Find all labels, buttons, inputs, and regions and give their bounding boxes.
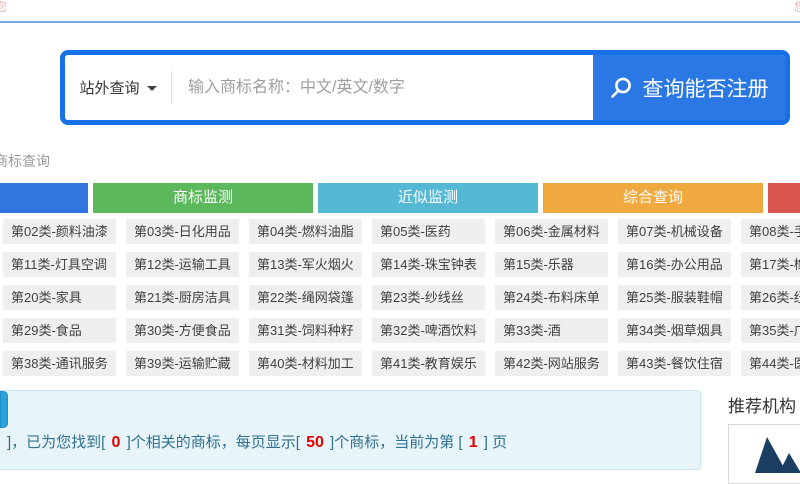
section-label-trademark-query: 商标查询 bbox=[0, 151, 50, 171]
category-cell[interactable]: 第04类-燃料油脂 bbox=[249, 219, 362, 244]
category-cell[interactable]: 第26类-纽扣拉链 bbox=[741, 285, 800, 310]
chevron-down-icon bbox=[147, 86, 157, 91]
result-mid2: ]个商标，当前为第 [ bbox=[326, 434, 467, 451]
header-divider-line bbox=[0, 21, 800, 23]
category-cell[interactable]: 第23类-纱线丝 bbox=[372, 285, 485, 310]
tab-1[interactable] bbox=[0, 183, 88, 213]
category-cell[interactable]: 第38类-通讯服务 bbox=[3, 351, 116, 376]
category-cell[interactable]: 第39类-运输贮藏 bbox=[126, 351, 239, 376]
result-mid1: ]个相关的商标，每页显示[ bbox=[122, 434, 304, 451]
category-cell[interactable]: 第05类-医药 bbox=[372, 219, 485, 244]
category-cell[interactable]: 第17类-橡胶制品 bbox=[741, 252, 800, 277]
category-cell[interactable]: 第32类-啤酒饮料 bbox=[372, 318, 485, 343]
search-scope-dropdown[interactable]: 站外查询 bbox=[65, 55, 171, 120]
search-button-label: 查询能否注册 bbox=[643, 73, 769, 103]
category-cell[interactable]: 第24类-布料床单 bbox=[495, 285, 608, 310]
category-cell[interactable]: 第34类-烟草烟具 bbox=[618, 318, 731, 343]
tab-3[interactable]: 近似监测 bbox=[318, 183, 538, 213]
category-cell[interactable]: 第30类-方便食品 bbox=[126, 318, 239, 343]
red-text-fragment-left: 您 bbox=[0, 1, 7, 13]
category-cell[interactable]: 第35类-广告销售 bbox=[741, 318, 800, 343]
category-cell[interactable]: 第31类-饲料种籽 bbox=[249, 318, 362, 343]
category-cell[interactable]: 第03类-日化用品 bbox=[126, 219, 239, 244]
category-cell[interactable]: 第11类-灯具空调 bbox=[3, 252, 116, 277]
result-suffix: ] 页 bbox=[480, 434, 508, 451]
recommend-agency-logo-card[interactable] bbox=[728, 424, 800, 484]
red-text-fragment-right: 您 bbox=[794, 1, 800, 13]
tab-4[interactable]: 综合查询 bbox=[543, 183, 763, 213]
result-count: 0 bbox=[110, 434, 123, 451]
category-cell[interactable]: 第41类-教育娱乐 bbox=[372, 351, 485, 376]
trademark-name-input[interactable] bbox=[172, 55, 593, 120]
result-prefix: ]，已为您找到[ bbox=[7, 434, 110, 451]
category-cell[interactable]: 第44类-医疗园艺 bbox=[741, 351, 800, 376]
category-cell[interactable]: 第43类-餐饮住宿 bbox=[618, 351, 731, 376]
category-cell[interactable]: 第40类-材料加工 bbox=[249, 351, 362, 376]
category-cell[interactable]: 第08类-手工器械 bbox=[741, 219, 800, 244]
side-panel-handle[interactable] bbox=[0, 391, 8, 428]
category-cell[interactable]: 第33类-酒 bbox=[495, 318, 608, 343]
category-cell[interactable]: 第16类-办公用品 bbox=[618, 252, 731, 277]
category-cell[interactable]: 第25类-服装鞋帽 bbox=[618, 285, 731, 310]
category-cell[interactable]: 第29类-食品 bbox=[3, 318, 116, 343]
trademark-search-bar: 站外查询 查询能否注册 bbox=[60, 50, 790, 125]
category-cell[interactable]: 第06类-金属材料 bbox=[495, 219, 608, 244]
category-cell[interactable]: 第13类-军火烟火 bbox=[249, 252, 362, 277]
recommend-agency-title: 推荐机构 bbox=[728, 392, 796, 417]
category-grid: 第02类-颜料油漆第03类-日化用品第04类-燃料油脂第05类-医药第06类-金… bbox=[3, 219, 800, 376]
result-info-box: ]，已为您找到[ 0 ]个相关的商标，每页显示[ 50 ]个商标，当前为第 [ … bbox=[0, 390, 701, 470]
category-cell[interactable]: 第42类-网站服务 bbox=[495, 351, 608, 376]
category-cell[interactable]: 第15类-乐器 bbox=[495, 252, 608, 277]
search-icon bbox=[610, 76, 633, 99]
result-per-page: 50 bbox=[304, 434, 326, 451]
search-scope-label: 站外查询 bbox=[79, 77, 139, 98]
category-cell[interactable]: 第12类-运输工具 bbox=[126, 252, 239, 277]
search-submit-button[interactable]: 查询能否注册 bbox=[593, 55, 785, 120]
category-cell[interactable]: 第14类-珠宝钟表 bbox=[372, 252, 485, 277]
category-cell[interactable]: 第02类-颜料油漆 bbox=[3, 219, 116, 244]
tab-2[interactable]: 商标监测 bbox=[93, 183, 313, 213]
category-cell[interactable]: 第21类-厨房洁具 bbox=[126, 285, 239, 310]
result-info-text: ]，已为您找到[ 0 ]个相关的商标，每页显示[ 50 ]个商标，当前为第 [ … bbox=[7, 431, 507, 452]
category-cell[interactable]: 第22类-绳网袋篷 bbox=[249, 285, 362, 310]
result-current-page: 1 bbox=[467, 434, 480, 451]
tabs-row: 商标监测近似监测综合查询 bbox=[0, 183, 800, 213]
category-cell[interactable]: 第20类-家具 bbox=[3, 285, 116, 310]
tab-5[interactable] bbox=[768, 183, 800, 213]
category-cell[interactable]: 第07类-机械设备 bbox=[618, 219, 731, 244]
